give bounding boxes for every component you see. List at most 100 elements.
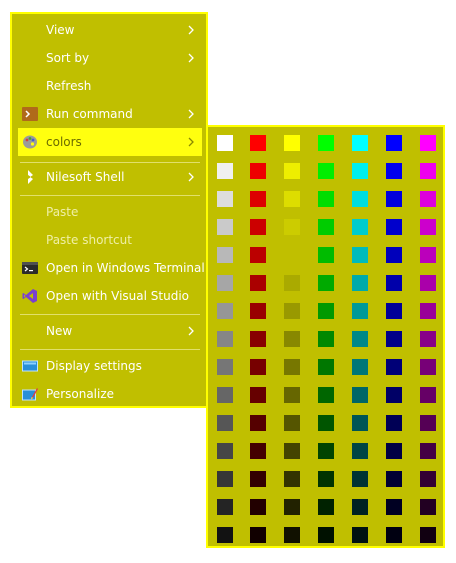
color-swatch[interactable] [352,219,368,235]
color-swatch[interactable] [352,331,368,347]
color-swatch[interactable] [318,415,334,431]
color-swatch[interactable] [284,527,300,543]
menu-item-view[interactable]: View [18,16,202,44]
color-swatch[interactable] [217,471,233,487]
color-swatch[interactable] [420,163,436,179]
color-swatch[interactable] [250,191,266,207]
color-swatch[interactable] [217,415,233,431]
color-swatch[interactable] [318,471,334,487]
color-swatch[interactable] [284,359,300,375]
color-swatch[interactable] [217,191,233,207]
color-swatch[interactable] [352,527,368,543]
color-swatch[interactable] [386,415,402,431]
color-swatch[interactable] [352,191,368,207]
color-swatch[interactable] [352,303,368,319]
color-swatch[interactable] [217,331,233,347]
color-swatch[interactable] [284,443,300,459]
color-swatch[interactable] [386,471,402,487]
color-swatch[interactable] [318,359,334,375]
color-swatch[interactable] [386,443,402,459]
color-swatch[interactable] [420,247,436,263]
menu-item-paste-shortcut[interactable]: Paste shortcut [18,226,202,254]
color-swatch[interactable] [352,471,368,487]
color-swatch[interactable] [386,135,402,151]
color-swatch[interactable] [318,499,334,515]
color-swatch[interactable] [250,331,266,347]
color-swatch[interactable] [352,247,368,263]
color-swatch[interactable] [386,359,402,375]
color-swatch[interactable] [250,135,266,151]
color-swatch[interactable] [250,443,266,459]
color-swatch[interactable] [250,415,266,431]
color-swatch[interactable] [284,499,300,515]
color-swatch[interactable] [386,499,402,515]
color-swatch[interactable] [318,247,334,263]
color-swatch[interactable] [217,135,233,151]
menu-item-colors[interactable]: colors [18,128,202,156]
color-swatch[interactable] [420,303,436,319]
color-swatch[interactable] [420,387,436,403]
color-swatch[interactable] [386,191,402,207]
color-swatch[interactable] [386,387,402,403]
color-swatch[interactable] [386,275,402,291]
menu-item-sort-by[interactable]: Sort by [18,44,202,72]
menu-item-personalize[interactable]: Personalize [18,380,202,408]
color-swatch[interactable] [250,471,266,487]
menu-item-run-command[interactable]: Run command [18,100,202,128]
color-swatch[interactable] [420,275,436,291]
color-swatch[interactable] [420,331,436,347]
color-swatch[interactable] [250,163,266,179]
color-swatch[interactable] [217,247,233,263]
color-swatch[interactable] [420,499,436,515]
color-swatch[interactable] [284,471,300,487]
color-swatch[interactable] [386,219,402,235]
color-swatch[interactable] [318,275,334,291]
color-swatch[interactable] [318,443,334,459]
color-swatch[interactable] [217,499,233,515]
color-swatch[interactable] [284,247,300,263]
menu-item-display-settings[interactable]: Display settings [18,352,202,380]
color-swatch[interactable] [250,359,266,375]
color-swatch[interactable] [318,163,334,179]
color-swatch[interactable] [352,387,368,403]
color-swatch[interactable] [420,135,436,151]
color-swatch[interactable] [352,443,368,459]
color-swatch[interactable] [386,247,402,263]
color-swatch[interactable] [420,219,436,235]
menu-item-refresh[interactable]: Refresh [18,72,202,100]
color-swatch[interactable] [284,275,300,291]
color-swatch[interactable] [420,471,436,487]
color-swatch[interactable] [386,527,402,543]
color-swatch[interactable] [352,135,368,151]
color-swatch[interactable] [352,359,368,375]
color-swatch[interactable] [250,247,266,263]
menu-item-new[interactable]: New [18,317,202,345]
color-swatch[interactable] [318,331,334,347]
color-swatch[interactable] [217,275,233,291]
color-swatch[interactable] [284,387,300,403]
color-swatch[interactable] [250,527,266,543]
color-swatch[interactable] [420,443,436,459]
menu-item-paste[interactable]: Paste [18,198,202,226]
menu-item-nilesoft-shell[interactable]: Nilesoft Shell [18,163,202,191]
color-swatch[interactable] [284,331,300,347]
color-swatch[interactable] [386,331,402,347]
color-swatch[interactable] [420,527,436,543]
color-swatch[interactable] [284,191,300,207]
color-swatch[interactable] [217,219,233,235]
menu-item-open-visual-studio[interactable]: Open with Visual Studio [18,282,202,310]
color-swatch[interactable] [217,387,233,403]
color-swatch[interactable] [386,303,402,319]
color-swatch[interactable] [217,443,233,459]
color-swatch[interactable] [250,275,266,291]
color-swatch[interactable] [386,163,402,179]
color-swatch[interactable] [352,415,368,431]
color-swatch[interactable] [217,359,233,375]
color-swatch[interactable] [318,303,334,319]
color-swatch[interactable] [420,191,436,207]
color-swatch[interactable] [318,387,334,403]
color-swatch[interactable] [250,219,266,235]
color-swatch[interactable] [217,527,233,543]
color-swatch[interactable] [250,499,266,515]
color-swatch[interactable] [352,163,368,179]
